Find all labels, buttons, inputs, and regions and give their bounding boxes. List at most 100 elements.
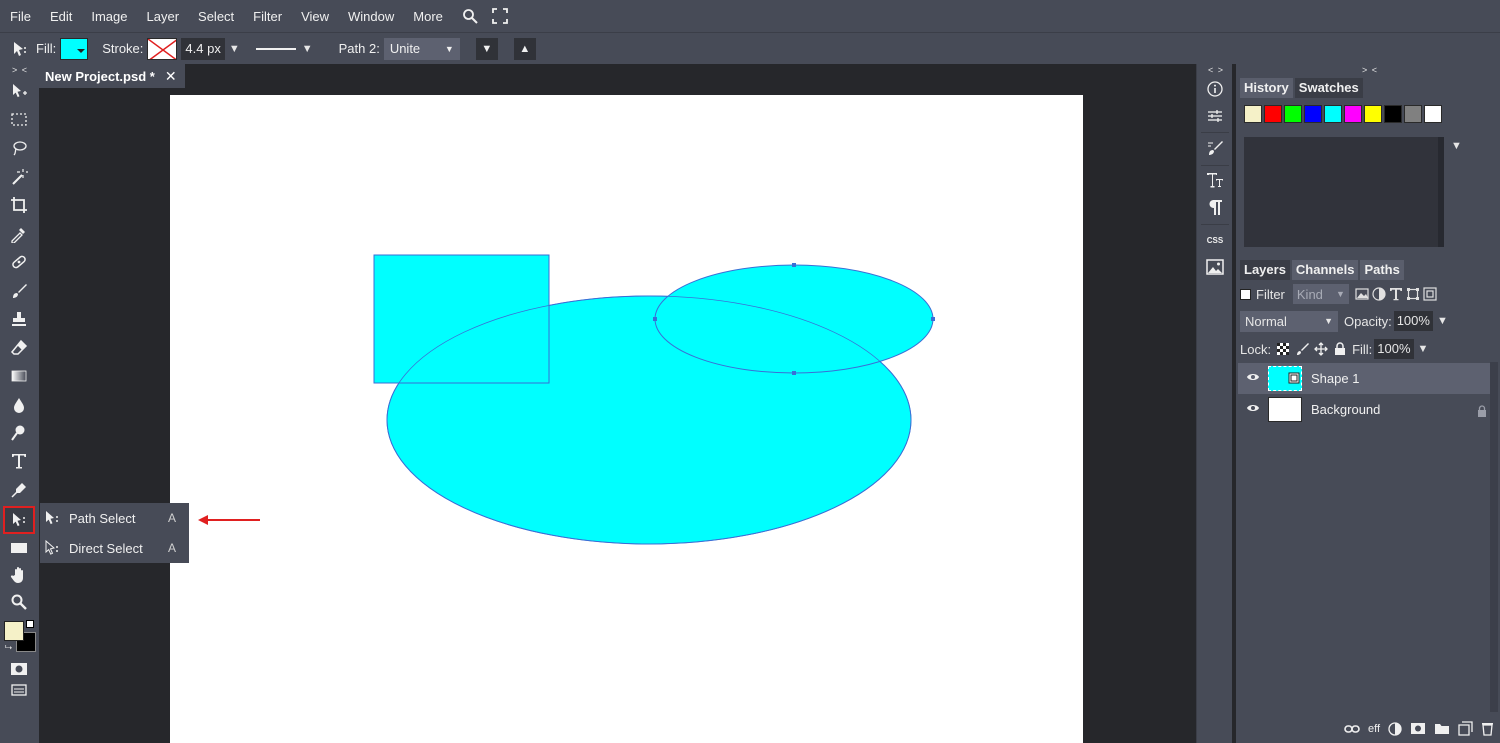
- info-panel-button[interactable]: [1203, 77, 1227, 101]
- fill-color-swatch[interactable]: [60, 37, 89, 60]
- hand-tool[interactable]: [4, 562, 34, 588]
- stroke-width-dropdown-icon[interactable]: ▼: [229, 43, 240, 55]
- opacity-dropdown-icon[interactable]: ▼: [1437, 315, 1448, 327]
- filter-checkbox[interactable]: [1240, 288, 1251, 300]
- path-select-tool[interactable]: [3, 506, 35, 534]
- tab-channels[interactable]: Channels: [1291, 260, 1359, 280]
- swatches-scrollbar[interactable]: [1438, 137, 1444, 247]
- menu-select[interactable]: Select: [198, 9, 234, 24]
- tab-history[interactable]: History: [1240, 78, 1293, 98]
- menu-edit[interactable]: Edit: [50, 9, 72, 24]
- tab-layers[interactable]: Layers: [1240, 260, 1290, 280]
- filter-type-icon[interactable]: [1389, 287, 1403, 301]
- menu-layer[interactable]: Layer: [147, 9, 180, 24]
- swatch[interactable]: [1244, 105, 1262, 123]
- blend-mode-select[interactable]: Normal ▼: [1240, 310, 1338, 332]
- path-op-select[interactable]: Unite ▼: [383, 37, 460, 60]
- swatch[interactable]: [1304, 105, 1322, 123]
- filter-smart-object-icon[interactable]: [1423, 287, 1437, 301]
- menu-view[interactable]: View: [301, 9, 329, 24]
- stroke-width-input[interactable]: 4.4 px: [181, 37, 225, 60]
- dodge-tool[interactable]: [4, 420, 34, 446]
- layer-mask-icon[interactable]: [1410, 722, 1426, 735]
- lock-transparency-icon[interactable]: [1276, 342, 1290, 356]
- character-panel-button[interactable]: [1203, 168, 1227, 192]
- layer-fill-dropdown-icon[interactable]: ▼: [1418, 343, 1429, 355]
- layer-row-shape-1[interactable]: Shape 1: [1238, 363, 1490, 394]
- iconstrip-collapse-toggle[interactable]: < >: [1208, 65, 1224, 75]
- eye-icon[interactable]: [1246, 403, 1260, 413]
- fullscreen-icon[interactable]: [491, 8, 508, 24]
- zoom-tool[interactable]: [4, 589, 34, 615]
- clone-stamp-tool[interactable]: [4, 306, 34, 332]
- filter-image-icon[interactable]: [1355, 287, 1369, 301]
- canvas-workspace[interactable]: [39, 88, 1196, 743]
- swatch[interactable]: [1384, 105, 1402, 123]
- menu-file[interactable]: File: [10, 9, 31, 24]
- toolbar-collapse-toggle[interactable]: > <: [12, 65, 28, 75]
- crop-tool[interactable]: [4, 192, 34, 218]
- document-tab[interactable]: New Project.psd * ✕: [39, 64, 185, 88]
- paragraph-panel-button[interactable]: [1203, 195, 1227, 219]
- foreground-color-swatch[interactable]: [4, 621, 24, 641]
- eye-icon[interactable]: [1246, 372, 1260, 382]
- marquee-tool[interactable]: [4, 106, 34, 132]
- filter-shape-icon[interactable]: [1406, 287, 1420, 301]
- close-icon[interactable]: ✕: [165, 68, 177, 85]
- menu-window[interactable]: Window: [348, 9, 394, 24]
- image-panel-button[interactable]: [1203, 255, 1227, 279]
- blur-tool[interactable]: [4, 392, 34, 418]
- layers-scrollbar[interactable]: [1490, 362, 1498, 712]
- tab-paths[interactable]: Paths: [1360, 260, 1404, 280]
- swatch[interactable]: [1284, 105, 1302, 123]
- menu-image[interactable]: Image: [91, 9, 127, 24]
- stroke-style-dropdown-icon[interactable]: ▼: [302, 43, 313, 55]
- stroke-style-preview[interactable]: [255, 47, 296, 50]
- search-icon[interactable]: [462, 8, 478, 24]
- lock-pixels-icon[interactable]: [1295, 342, 1310, 356]
- type-tool[interactable]: [4, 448, 34, 474]
- swatch[interactable]: [1324, 105, 1342, 123]
- swatches-menu-icon[interactable]: ▼: [1451, 140, 1462, 152]
- document-canvas[interactable]: [170, 95, 1083, 743]
- swap-colors-icon[interactable]: [26, 620, 34, 628]
- layer-effects-button[interactable]: eff: [1368, 723, 1380, 735]
- brush-tool[interactable]: [4, 278, 34, 304]
- opacity-input[interactable]: 100%: [1393, 311, 1433, 331]
- magic-wand-tool[interactable]: [4, 164, 34, 190]
- screen-mode-tool[interactable]: [4, 677, 34, 703]
- tab-swatches[interactable]: Swatches: [1294, 78, 1363, 98]
- swatch[interactable]: [1264, 105, 1282, 123]
- menu-more[interactable]: More: [413, 9, 443, 24]
- swatches-area[interactable]: [1244, 137, 1444, 247]
- swatch[interactable]: [1424, 105, 1442, 123]
- brush-panel-button[interactable]: [1203, 136, 1227, 160]
- trash-icon[interactable]: [1481, 721, 1494, 736]
- move-tool[interactable]: [4, 78, 34, 104]
- lock-all-icon[interactable]: [1333, 342, 1347, 356]
- kind-select[interactable]: Kind ▼: [1292, 284, 1349, 304]
- panel-collapse-toggle[interactable]: > <: [1362, 65, 1378, 75]
- flyout-item-direct-select[interactable]: Direct Select A: [40, 533, 189, 563]
- link-layers-icon[interactable]: [1344, 724, 1360, 734]
- layer-row-background[interactable]: Background: [1238, 394, 1490, 425]
- lock-position-icon[interactable]: [1314, 342, 1328, 356]
- move-path-up-button[interactable]: ▲: [513, 37, 536, 60]
- pen-tool[interactable]: [4, 477, 34, 503]
- stroke-color-swatch[interactable]: [147, 37, 178, 60]
- gradient-tool[interactable]: [4, 363, 34, 389]
- move-path-down-button[interactable]: ▼: [475, 37, 498, 60]
- adjustment-layer-icon[interactable]: [1388, 721, 1402, 736]
- default-colors-icon[interactable]: ⮡: [5, 642, 12, 653]
- swatch[interactable]: [1344, 105, 1362, 123]
- new-layer-icon[interactable]: [1458, 721, 1473, 736]
- layer-fill-input[interactable]: 100%: [1374, 339, 1414, 359]
- shape-tool[interactable]: [4, 535, 34, 561]
- swatch[interactable]: [1364, 105, 1382, 123]
- css-panel-button[interactable]: CSS: [1203, 228, 1227, 252]
- eyedropper-tool[interactable]: [4, 221, 34, 247]
- swatch[interactable]: [1404, 105, 1422, 123]
- eraser-tool[interactable]: [4, 335, 34, 361]
- healing-brush-tool[interactable]: [4, 249, 34, 275]
- lasso-tool[interactable]: [4, 135, 34, 161]
